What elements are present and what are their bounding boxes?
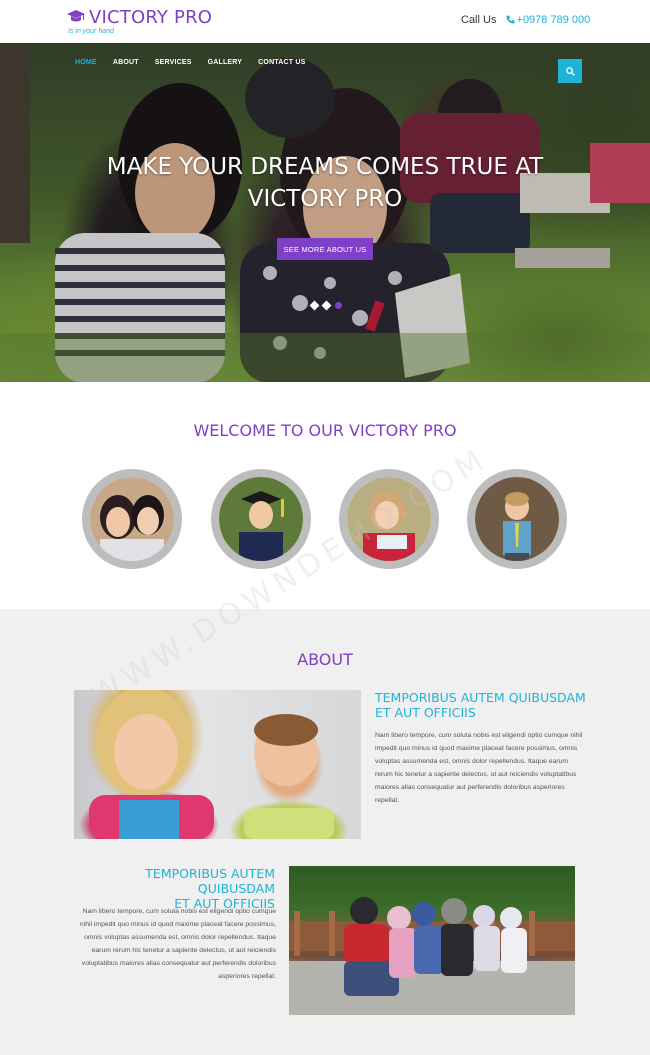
- search-icon: [565, 66, 575, 76]
- site-header: VICTORY PRO Is in your hand Call Us +097…: [0, 0, 650, 43]
- about-block2-title-line1: TEMPORIBUS AUTEM QUIBUSDAM: [145, 866, 275, 896]
- slider-dot-3[interactable]: [335, 302, 342, 309]
- gallery-circles: [80, 469, 570, 569]
- welcome-title: WELCOME TO OUR VICTORY PRO: [193, 421, 457, 440]
- about-block1-text: Nam libero tempore, cum soluta nobis est…: [375, 732, 583, 804]
- circle-photo-4: [475, 477, 559, 561]
- gallery-circle-2[interactable]: [211, 469, 311, 569]
- phone-icon: [505, 15, 515, 24]
- circle-photo-1: [90, 477, 174, 561]
- logo-tagline: Is in your hand: [68, 28, 114, 35]
- nav-home[interactable]: HOME: [75, 59, 97, 66]
- photo-content-1: [89, 690, 334, 839]
- call-us: Call Us +0978 789 000: [461, 14, 590, 26]
- see-more-button[interactable]: SEE MORE ABOUT US: [277, 238, 373, 260]
- nav-services[interactable]: SERVICES: [155, 59, 192, 66]
- about-photo-children-sitting: [289, 866, 575, 1015]
- phone-number: +0978 789 000: [516, 14, 591, 26]
- circle-photo-2: [219, 477, 303, 561]
- slider-dots: [309, 300, 342, 311]
- hero-slider: HOME ABOUT SERVICES GALLERY CONTACT US M…: [0, 43, 650, 382]
- photo-content-2: [289, 897, 575, 1015]
- slider-dot-1[interactable]: [309, 300, 320, 311]
- nav-contact-us[interactable]: CONTACT US: [258, 59, 305, 66]
- nav-about[interactable]: ABOUT: [113, 59, 139, 66]
- about-photo-children-painting: [74, 690, 361, 839]
- gallery-circle-4[interactable]: [467, 469, 567, 569]
- gallery-circle-3[interactable]: [339, 469, 439, 569]
- hero-title-line2: VICTORY PRO: [247, 186, 403, 212]
- about-block1-title-line1: TEMPORIBUS AUTEM QUIBUSDAM: [375, 690, 586, 705]
- main-nav: HOME ABOUT SERVICES GALLERY CONTACT US: [75, 59, 322, 66]
- about-block2-text: Nam libero tempore, cum soluta nobis est…: [79, 908, 276, 980]
- hero-title-line1: MAKE YOUR DREAMS COMES TRUE AT: [106, 154, 544, 180]
- about-title: ABOUT: [297, 650, 353, 669]
- about-block1-title: TEMPORIBUS AUTEM QUIBUSDAM ET AUT OFFICI…: [375, 690, 590, 720]
- nav-gallery[interactable]: GALLERY: [208, 59, 243, 66]
- graduation-cap-icon: [67, 10, 85, 22]
- gallery-circle-1[interactable]: [82, 469, 182, 569]
- about-block1-title-line2: ET AUT OFFICIIS: [375, 705, 476, 720]
- logo-title: VICTORY PRO: [89, 7, 213, 28]
- circle-photo-3: [347, 477, 431, 561]
- slider-dot-2[interactable]: [321, 300, 332, 311]
- hero-title: MAKE YOUR DREAMS COMES TRUE AT VICTORY P…: [0, 151, 650, 215]
- phone-link[interactable]: +0978 789 000: [505, 14, 591, 26]
- search-button[interactable]: [558, 59, 582, 83]
- call-label: Call Us: [461, 14, 497, 26]
